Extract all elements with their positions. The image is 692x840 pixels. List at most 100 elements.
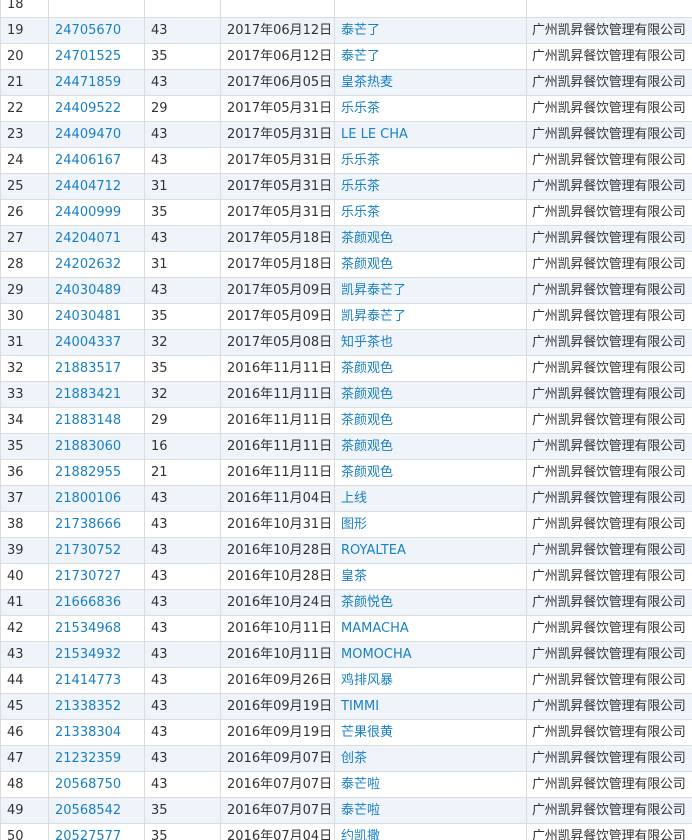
trademark-name-cell-link[interactable]: 创茶	[341, 751, 367, 766]
row-number-cell: 45	[0, 693, 49, 720]
registration-number-cell-link[interactable]: 24400999	[55, 205, 121, 220]
trademark-name-cell-link[interactable]: 茶颜观色	[341, 413, 393, 428]
trademark-name-cell-link[interactable]: 芒果很黄	[341, 725, 393, 740]
trademark-name-cell-link[interactable]: 泰芒啦	[341, 777, 380, 792]
trademark-name-cell-link[interactable]: 皇茶热麦	[341, 75, 393, 90]
trademark-name-cell-link[interactable]: MAMACHA	[341, 621, 409, 636]
table-row: 50 20527577 35 2016年07月04日 约凯撒 广州凯昇餐饮管理有限公司	[0, 823, 692, 840]
registration-number-cell-link[interactable]: 21738666	[55, 517, 121, 532]
registration-number-cell-link[interactable]: 24030489	[55, 283, 121, 298]
row-number-cell: 36	[0, 459, 49, 486]
row-number-cell: 44	[0, 667, 49, 694]
trademark-name-cell-link[interactable]: 茶颜观色	[341, 361, 393, 376]
applicant-cell: 广州凯昇餐饮管理有限公司	[526, 95, 692, 122]
registration-number-cell-link[interactable]: 24406167	[55, 153, 121, 168]
trademark-name-cell-link[interactable]: 泰芒了	[341, 23, 380, 38]
registration-number-cell-link[interactable]: 21666836	[55, 595, 121, 610]
trademark-name-cell-link[interactable]: 上线	[341, 491, 367, 506]
trademark-name-cell-link[interactable]: ROYALTEA	[341, 543, 406, 558]
row-number-cell: 20	[0, 43, 49, 70]
trademark-name-cell-link[interactable]: 乐乐茶	[341, 205, 380, 220]
applicant-cell: 广州凯昇餐饮管理有限公司	[526, 303, 692, 330]
trademark-name-cell-link[interactable]: TIMMI	[341, 699, 379, 714]
trademark-name-cell-link[interactable]: 凯昇泰芒了	[341, 309, 406, 324]
class-cell: 35	[144, 797, 221, 824]
registration-number-cell-link[interactable]: 24004337	[55, 335, 121, 350]
registration-number-cell-link[interactable]: 20568542	[55, 803, 121, 818]
trademark-name-cell-link[interactable]: 茶颜观色	[341, 257, 393, 272]
applicant-cell: 广州凯昇餐饮管理有限公司	[526, 433, 692, 460]
registration-number-cell: 24471859	[48, 69, 145, 96]
class-cell: 43	[144, 277, 221, 304]
trademark-name-cell-link[interactable]: 乐乐茶	[341, 101, 380, 116]
class-cell: 21	[144, 459, 221, 486]
trademark-name-cell-link[interactable]: 鸡排风暴	[341, 673, 393, 688]
trademark-name-cell: 知乎茶也	[334, 329, 527, 356]
filing-date-cell: 2016年09月07日	[220, 745, 335, 772]
class-cell: 35	[144, 303, 221, 330]
registration-number-cell: 24202632	[48, 251, 145, 278]
trademark-name-cell: 上线	[334, 485, 527, 512]
trademark-name-cell-link[interactable]: 图形	[341, 517, 367, 532]
row-number-cell: 21	[0, 69, 49, 96]
trademark-name-cell-link[interactable]: 凯昇泰芒了	[341, 283, 406, 298]
row-number-cell: 26	[0, 199, 49, 226]
trademark-name-cell: 乐乐茶	[334, 173, 527, 200]
class-cell: 43	[144, 69, 221, 96]
applicant-cell: 广州凯昇餐饮管理有限公司	[526, 797, 692, 824]
table-row: 38 21738666 43 2016年10月31日 图形 广州凯昇餐饮管理有限公司	[0, 511, 692, 538]
registration-number-cell: 21800106	[48, 485, 145, 512]
trademark-name-cell-link[interactable]: 茶颜观色	[341, 231, 393, 246]
registration-number-cell-link[interactable]: 21730752	[55, 543, 121, 558]
registration-number-cell-link[interactable]: 21883421	[55, 387, 121, 402]
registration-number-cell-link[interactable]: 24030481	[55, 309, 121, 324]
registration-number-cell-link[interactable]: 21730727	[55, 569, 121, 584]
row-number-cell: 31	[0, 329, 49, 356]
trademark-name-cell: 泰芒啦	[334, 797, 527, 824]
table-row: 21 24471859 43 2017年06月05日 皇茶热麦 广州凯昇餐饮管理有限公司	[0, 69, 692, 96]
trademark-name-cell-link[interactable]: 茶颜观色	[341, 439, 393, 454]
registration-number-cell-link[interactable]: 20568750	[55, 777, 121, 792]
trademark-name-cell-link[interactable]: 乐乐茶	[341, 153, 380, 168]
registration-number-cell-link[interactable]: 24404712	[55, 179, 121, 194]
registration-number-cell-link[interactable]: 24204071	[55, 231, 121, 246]
trademark-name-cell-link[interactable]: 茶颜观色	[341, 465, 393, 480]
trademark-name-cell-link[interactable]: 茶颜悦色	[341, 595, 393, 610]
table-row: 27 24204071 43 2017年05月18日 茶颜观色 广州凯昇餐饮管理有限公司	[0, 225, 692, 252]
registration-number-cell-link[interactable]: 21534932	[55, 647, 121, 662]
registration-number-cell-link[interactable]: 21414773	[55, 673, 121, 688]
registration-number-cell-link[interactable]: 21882955	[55, 465, 121, 480]
registration-number-cell-link[interactable]: 24202632	[55, 257, 121, 272]
table-row: 48 20568750 43 2016年07月07日 泰芒啦 广州凯昇餐饮管理有限公司	[0, 771, 692, 798]
registration-number-cell-link[interactable]: 21338352	[55, 699, 121, 714]
registration-number-cell: 24409470	[48, 121, 145, 148]
registration-number-cell-link[interactable]: 24705670	[55, 23, 121, 38]
registration-number-cell-link[interactable]: 24409470	[55, 127, 121, 142]
registration-number-cell-link[interactable]: 21883517	[55, 361, 121, 376]
registration-number-cell-link[interactable]: 21534968	[55, 621, 121, 636]
trademark-name-cell-link[interactable]: 约凯撒	[341, 829, 380, 840]
registration-number-cell-link[interactable]: 24471859	[55, 75, 121, 90]
trademark-name-cell-link[interactable]: 皇茶	[341, 569, 367, 584]
trademark-name-cell-link[interactable]: MOMOCHA	[341, 647, 412, 662]
registration-number-cell-link[interactable]: 24701525	[55, 49, 121, 64]
trademark-name-cell-link[interactable]: 茶颜观色	[341, 387, 393, 402]
filing-date-cell: 2016年09月19日	[220, 719, 335, 746]
registration-number-cell-link[interactable]: 20527577	[55, 829, 121, 840]
registration-number-cell-link[interactable]: 24409522	[55, 101, 121, 116]
trademark-name-cell-link[interactable]: 泰芒了	[341, 49, 380, 64]
trademark-name-cell: 茶颜观色	[334, 433, 527, 460]
registration-number-cell-link[interactable]: 21800106	[55, 491, 121, 506]
applicant-cell: 广州凯昇餐饮管理有限公司	[526, 745, 692, 772]
trademark-name-cell-link[interactable]: LE LE CHA	[341, 127, 408, 142]
registration-number-cell: 21534932	[48, 641, 145, 668]
registration-number-cell-link[interactable]: 21883060	[55, 439, 121, 454]
applicant-cell: 广州凯昇餐饮管理有限公司	[526, 381, 692, 408]
trademark-name-cell-link[interactable]: 泰芒啦	[341, 803, 380, 818]
registration-number-cell-link[interactable]: 21883148	[55, 413, 121, 428]
registration-number-cell-link[interactable]: 21338304	[55, 725, 121, 740]
registration-number-cell-link[interactable]: 21232359	[55, 751, 121, 766]
trademark-name-cell-link[interactable]: 乐乐茶	[341, 179, 380, 194]
table-row: 20 24701525 35 2017年06月12日 泰芒了 广州凯昇餐饮管理有限公司	[0, 43, 692, 70]
trademark-name-cell-link[interactable]: 知乎茶也	[341, 335, 393, 350]
